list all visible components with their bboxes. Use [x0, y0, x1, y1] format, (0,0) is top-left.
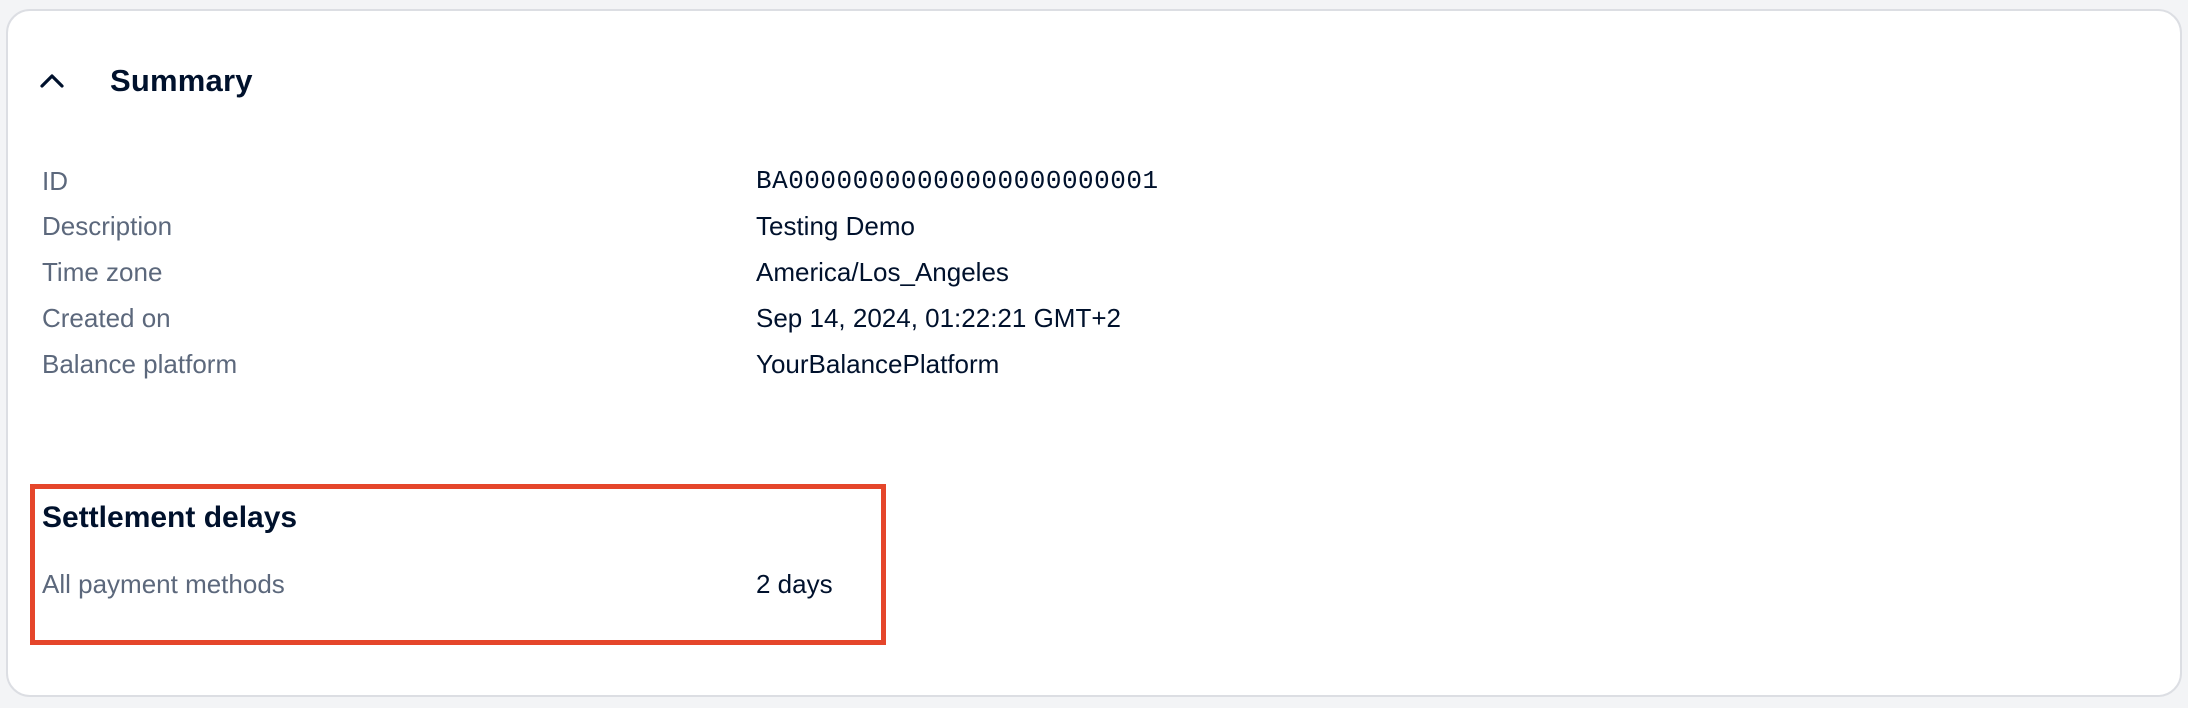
summary-title: Summary	[110, 63, 253, 98]
detail-value: Sep 14, 2024, 01:22:21 GMT+2	[756, 302, 1121, 333]
summary-card: Summary ID BA00000000000000000000001 Des…	[6, 9, 2182, 697]
detail-label: Balance platform	[42, 348, 238, 379]
detail-value: 2 days	[756, 568, 833, 599]
chevron-up-icon[interactable]	[38, 67, 66, 95]
detail-label: All payment methods	[42, 568, 285, 599]
detail-label: Description	[42, 210, 173, 241]
detail-label: ID	[42, 165, 68, 196]
detail-label: Created on	[42, 302, 171, 333]
detail-value: Testing Demo	[756, 210, 915, 241]
settlement-delays-heading: Settlement delays	[42, 501, 298, 534]
detail-value: BA00000000000000000000001	[756, 166, 1159, 196]
detail-label: Time zone	[42, 256, 163, 287]
detail-value: YourBalancePlatform	[756, 348, 1000, 379]
detail-value: America/Los_Angeles	[756, 256, 1009, 287]
summary-toggle[interactable]: Summary	[38, 51, 253, 111]
